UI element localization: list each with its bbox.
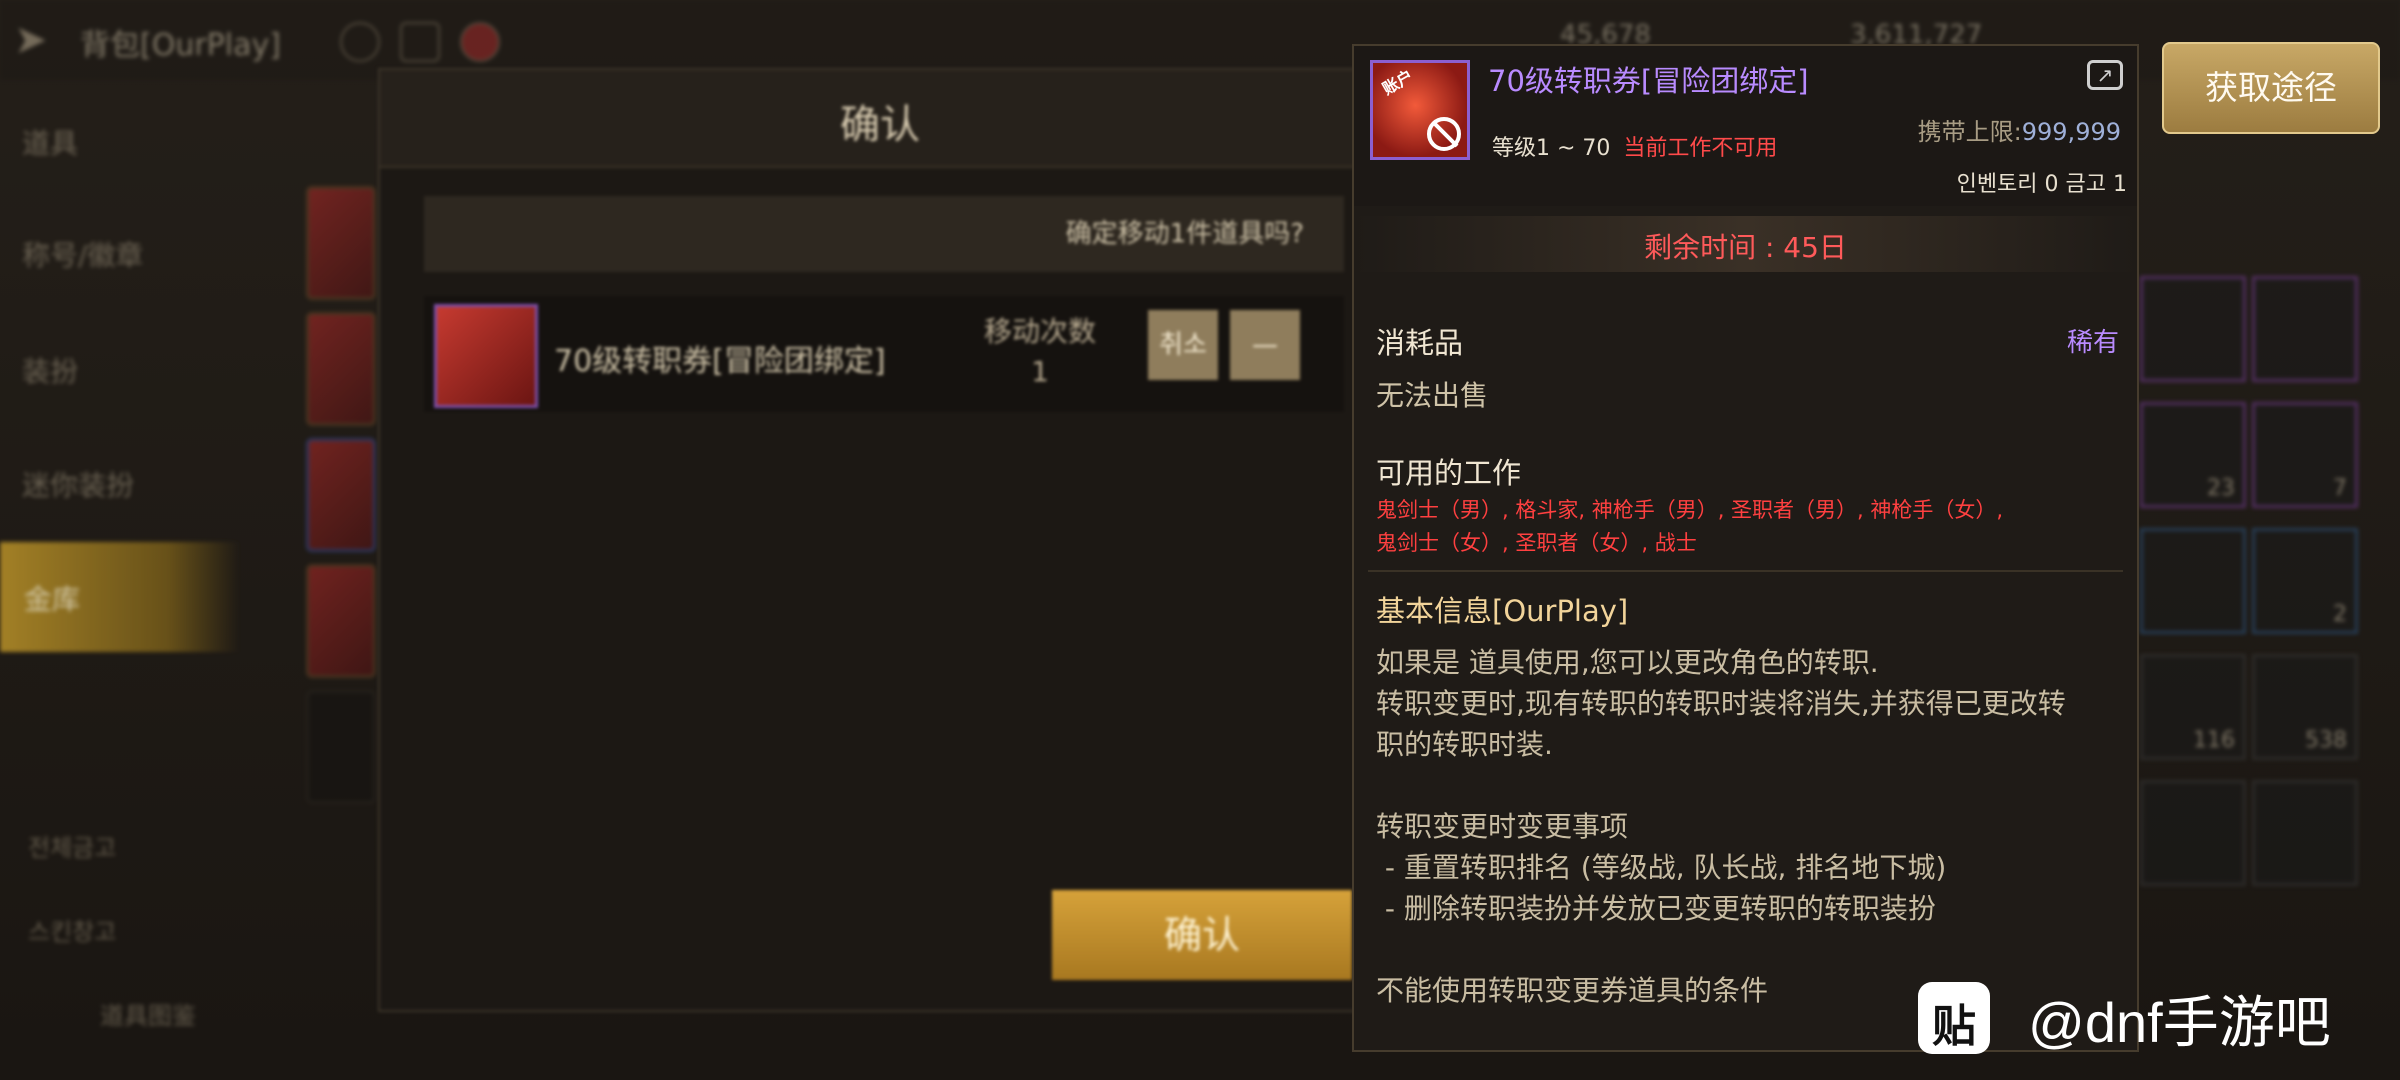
jobs-title: 可用的工作 [1376, 456, 1522, 490]
confirm-dialog: 确认 确定移动1件道具吗? 70级转职券[冒险团绑定] 移动次数 1 취소 — … [378, 68, 1382, 1012]
inventory-cell[interactable] [2252, 276, 2358, 382]
level-range: 等级1 ~ 70 [1492, 136, 1611, 161]
sidebar-bottom-codex[interactable]: 道具图鉴 [100, 996, 196, 1031]
sidebar-item-items[interactable]: 道具 [22, 122, 78, 162]
sidebar-item-titles[interactable]: 称号/徽章 [22, 234, 143, 274]
carry-limit: 携带上限:999,999 [1918, 112, 2121, 147]
inventory-count: 인벤토리 0 금고 1 [1956, 172, 2127, 197]
dialog-title: 确认 [840, 102, 920, 148]
job-unavailable: 当前工作不可用 [1623, 136, 1778, 161]
sidebar-item-vault-active[interactable]: 金库 [0, 542, 240, 652]
tooltip-fade [1354, 1014, 2137, 1050]
divider [1368, 570, 2123, 572]
inventory-slot[interactable] [306, 690, 376, 804]
ticket-icon [434, 304, 538, 408]
description-line [1376, 765, 2121, 806]
cell-count: 538 [2305, 728, 2347, 753]
inventory-cell[interactable] [2140, 276, 2246, 382]
dialog-header: 确认 [380, 70, 1380, 168]
sidebar-bottom-vault[interactable]: 전체금고 [28, 828, 116, 863]
sidebar-bottom-skin[interactable]: 스킨창고 [28, 912, 116, 947]
description-line: - 删除转职装扮并发放已变更转职的转职装扮 [1376, 892, 1936, 925]
cell-count: 116 [2193, 728, 2235, 753]
remaining-time: 剩余时间 : 45日 [1644, 231, 1847, 264]
jobs-list: 鬼剑士（男）, 格斗家, 神枪手（男）, 圣职者（男）, 神枪手（女）, 鬼剑士… [1376, 494, 2116, 560]
inventory-cell[interactable]: 116 [2140, 654, 2246, 760]
job-ticket-icon: 账户 [1370, 60, 1470, 160]
dialog-item-row: 70级转职券[冒险团绑定] 移动次数 1 취소 — [424, 296, 1344, 412]
inventory-cell[interactable]: 7 [2252, 402, 2358, 508]
level-info: 等级1 ~ 70 当前工作不可用 [1492, 130, 1777, 162]
carry-limit-label: 携带上限: [1917, 118, 2022, 146]
inventory-cell[interactable] [2252, 780, 2358, 886]
sidebar-item-mini-avatar[interactable]: 迷你装扮 [22, 464, 134, 504]
inventory-cell[interactable] [2140, 780, 2246, 886]
inventory-slot[interactable] [306, 564, 376, 678]
inventory-slot[interactable] [306, 438, 376, 552]
tieba-logo-icon: 贴 [1918, 982, 1990, 1054]
watermark-logo-text: 贴 [1932, 1001, 1976, 1052]
inventory-slot[interactable] [306, 312, 376, 426]
dialog-question: 确定移动1件道具吗? [424, 196, 1344, 272]
minus-button[interactable]: — [1230, 310, 1300, 380]
description-line: 职的转职时装. [1376, 728, 1553, 761]
get-route-button[interactable]: 获取途径 [2162, 42, 2380, 134]
basic-info-title: 基本信息[OurPlay] [1376, 594, 1629, 628]
inventory-cell[interactable] [2140, 528, 2246, 634]
confirm-button[interactable]: 确认 [1052, 890, 1352, 980]
back-arrow-icon[interactable]: ➤ [14, 18, 58, 62]
cell-count: 2 [2333, 602, 2347, 627]
jobs-line: 鬼剑士（女）, 圣职者（女）, 战士 [1376, 531, 1697, 555]
dialog-item-name: 70级转职券[冒险团绑定] [554, 344, 886, 379]
description-line: 不能使用转职变更券道具的条件 [1376, 974, 1769, 1007]
cell-count: 7 [2333, 476, 2347, 501]
inventory-cell[interactable]: 538 [2252, 654, 2358, 760]
sidebar-item-avatar[interactable]: 装扮 [22, 350, 78, 390]
description-line [1376, 929, 2121, 970]
inventory-slot[interactable] [306, 186, 376, 300]
item-tooltip: 账户 70级转职券[冒险团绑定] ↗ 等级1 ~ 70 当前工作不可用 携带上限… [1352, 44, 2139, 1052]
screen-icon[interactable] [400, 22, 440, 62]
move-count: 移动次数 1 [984, 312, 1096, 392]
inventory-cell[interactable]: 23 [2140, 402, 2246, 508]
description-line: 如果是 道具使用,您可以更改角色的转职. [1376, 646, 1879, 679]
watermark-text: @dnf手游吧 [2028, 991, 2331, 1054]
remaining-time-bar: 剩余时间 : 45日 [1354, 216, 2137, 272]
description-line: 转职变更时变更事项 [1376, 810, 1629, 843]
tooltip-item-name: 70级转职券[冒险团绑定] [1488, 64, 1809, 98]
help-icon[interactable] [340, 22, 380, 62]
jobs-line: 鬼剑士（男）, 格斗家, 神枪手（男）, 圣职者（男）, 神枪手（女）, [1376, 498, 2004, 522]
sidebar-item-label: 金库 [24, 583, 81, 616]
share-icon[interactable]: ↗ [2087, 60, 2123, 90]
move-count-label: 移动次数 [984, 315, 1097, 348]
description-line: 转职变更时,现有转职的转职时装将消失,并获得已更改转 [1376, 687, 2066, 720]
unusable-icon [1427, 117, 1461, 151]
dice-icon[interactable] [460, 22, 500, 62]
description: 如果是 道具使用,您可以更改角色的转职. 转职变更时,现有转职的转职时装将消失,… [1376, 642, 2121, 1011]
account-tag: 账户 [1379, 66, 1417, 99]
description-line: - 重置转职排名 (等级战, 队长战, 排名地下城) [1376, 851, 1947, 884]
sell-status: 无法出售 [1376, 379, 1489, 412]
inventory-cell[interactable]: 2 [2252, 528, 2358, 634]
item-rarity: 稀有 [2066, 328, 2119, 358]
carry-limit-value: 999,999 [2021, 118, 2121, 146]
move-count-value: 1 [1031, 355, 1049, 388]
item-category: 消耗品 [1376, 326, 1464, 360]
bag-title: 背包[OurPlay] [80, 28, 281, 63]
tooltip-header: 账户 70级转职券[冒险团绑定] ↗ 等级1 ~ 70 当前工作不可用 携带上限… [1354, 46, 2137, 206]
cell-count: 23 [2207, 476, 2235, 501]
cancel-button[interactable]: 취소 [1148, 310, 1218, 380]
